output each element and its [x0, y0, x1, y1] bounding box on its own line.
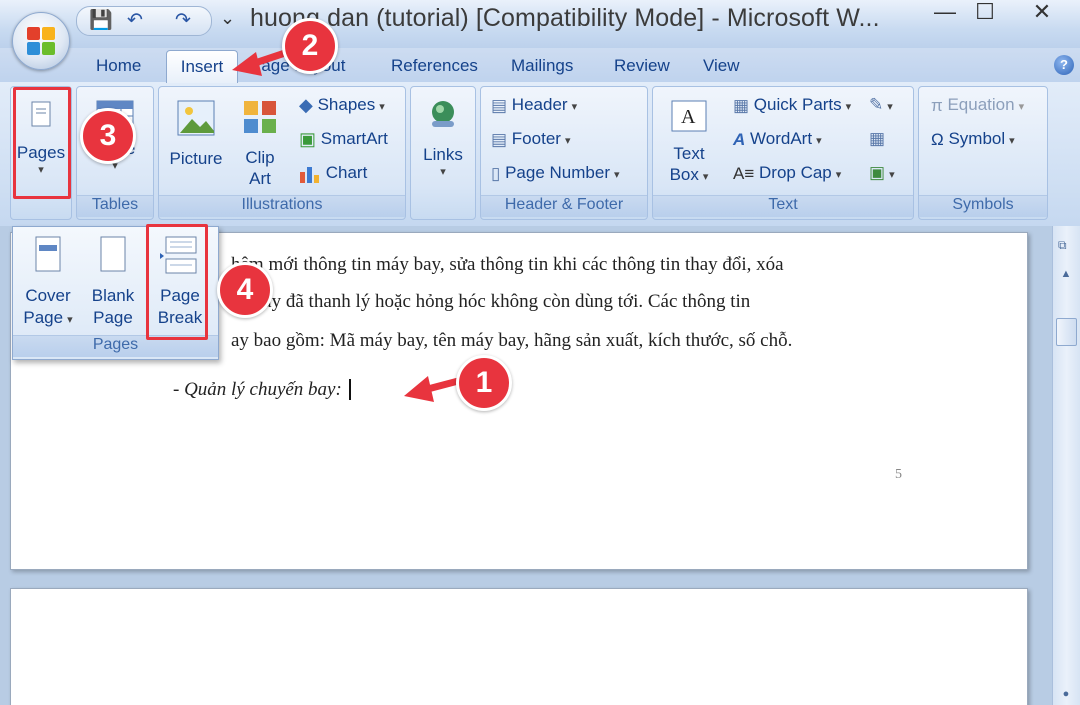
annotation-arrows	[232, 48, 466, 402]
arrow-to-insert-tab	[232, 48, 292, 76]
step-badge-1: 1	[456, 355, 512, 411]
arrow-to-cursor	[404, 376, 466, 402]
step-badge-4: 4	[217, 262, 273, 318]
step-badge-3: 3	[80, 108, 136, 164]
step-badge-2: 2	[282, 18, 338, 74]
